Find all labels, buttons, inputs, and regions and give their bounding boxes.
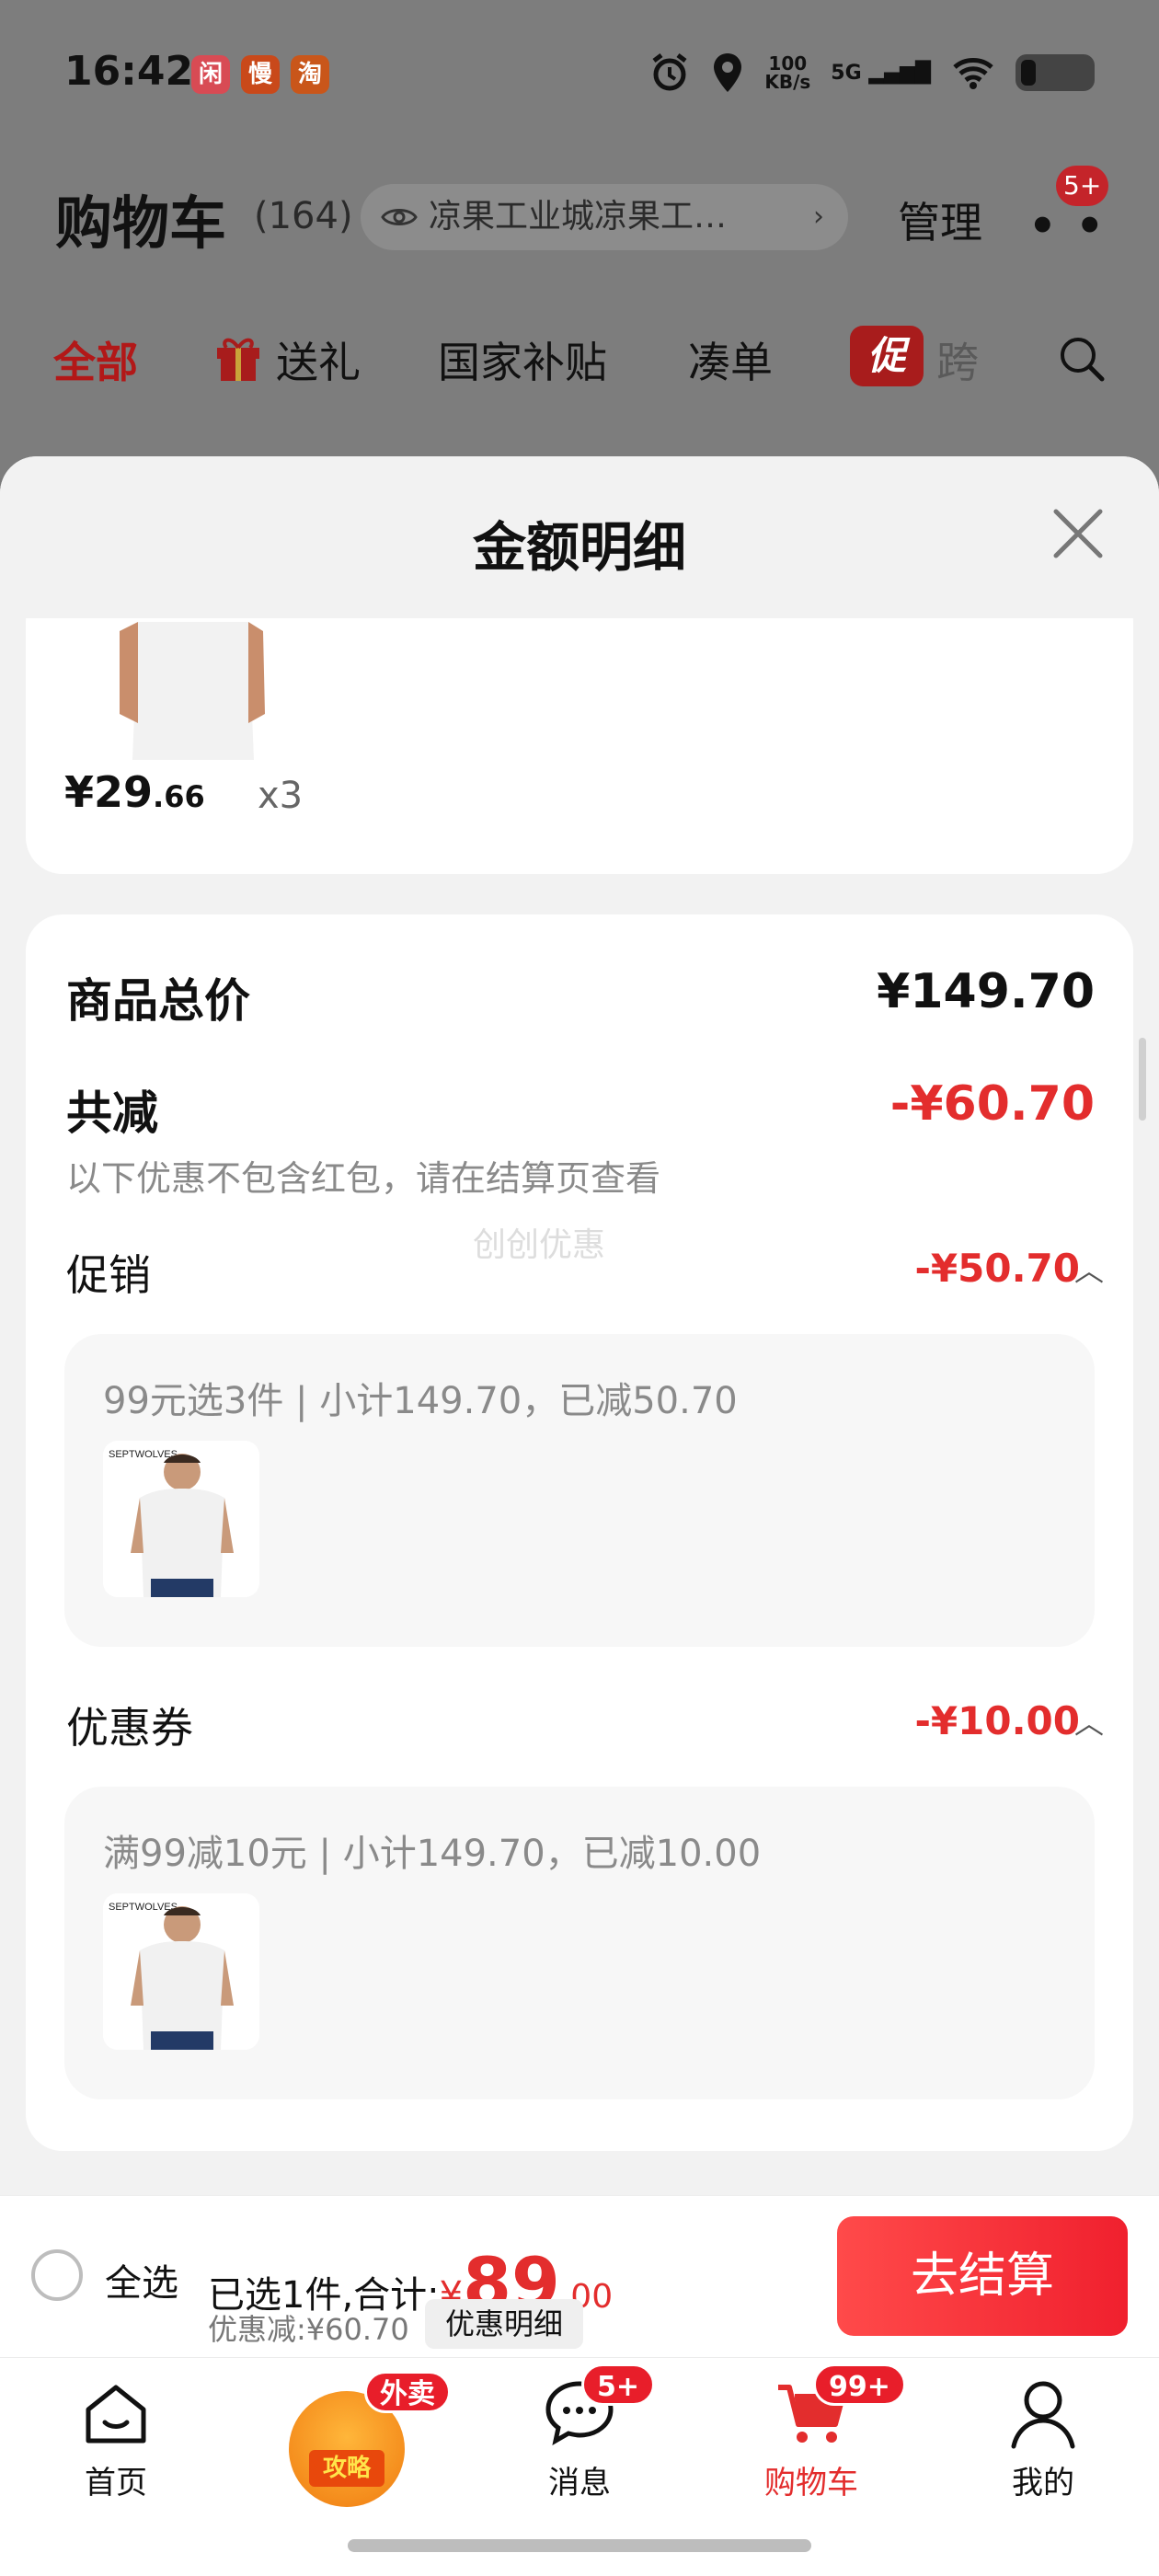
app-notification-icon: 闲 — [191, 55, 230, 94]
item-card: ¥29.66 x3 — [26, 585, 1133, 874]
net-speed: 100 KB/s — [764, 52, 811, 93]
cart-badge: 99+ — [813, 2363, 906, 2406]
location-icon — [714, 53, 742, 92]
nav-profile[interactable]: 我的 — [960, 2373, 1126, 2511]
search-icon[interactable] — [1056, 333, 1107, 385]
nav-home[interactable]: 首页 — [33, 2373, 199, 2511]
chevron-right-icon: › — [813, 201, 824, 233]
cart-count: (164) — [254, 195, 353, 237]
status-bar: 16:42 闲 慢 淘 100 KB/s 5G ▂▄▆█ — [0, 0, 1159, 156]
discount-detail-button[interactable]: 优惠明细 — [425, 2299, 584, 2349]
tab-all[interactable]: 全部 — [53, 329, 138, 390]
promo-detail-box: 99元选3件 | 小计149.70，已减50.70 SEPTWOLVES — [64, 1334, 1095, 1647]
more-icon[interactable]: • • — [1028, 201, 1106, 252]
sheet-header: 金额明细 — [0, 456, 1159, 618]
scrollbar[interactable] — [1139, 1038, 1146, 1121]
alarm-icon — [652, 53, 687, 91]
message-badge: 5+ — [581, 2363, 656, 2406]
coupon-label: 优惠券 — [66, 1703, 193, 1753]
svg-text:SEPTWOLVES: SEPTWOLVES — [109, 1449, 178, 1460]
reduce-total-value: -¥60.70 — [889, 1076, 1095, 1132]
product-image: SEPTWOLVES — [103, 1441, 259, 1597]
coupon-amount[interactable]: -¥10.00 — [914, 1698, 1080, 1743]
close-icon[interactable] — [1045, 500, 1111, 567]
price-breakdown-card: 商品总价 ¥149.70 共减 -¥60.70 以下优惠不包含红包，请在结算页查… — [26, 914, 1133, 2151]
promo-icon: 促 — [850, 326, 924, 386]
product-image: SEPTWOLVES — [103, 1893, 259, 2050]
promo-label: 促销 — [66, 1250, 151, 1300]
amount-detail-sheet: 金额明细 ¥29.66 x3 商品总价 ¥149.70 共减 -¥60.70 以… — [0, 456, 1159, 2195]
waimai-badge: 外卖 — [364, 2371, 451, 2413]
tab-cross[interactable]: 跨 — [936, 329, 979, 390]
app-notification-icon: 慢 — [241, 55, 280, 94]
home-indicator[interactable] — [348, 2539, 811, 2552]
eye-icon — [381, 209, 418, 225]
cart-header: 购物车 (164) 凉果工业城凉果工… › 管理 • • 5+ — [0, 156, 1159, 276]
reduce-label: 共减 — [66, 1087, 158, 1140]
gift-icon — [217, 338, 259, 381]
app-notification-icon: 淘 — [291, 55, 329, 94]
system-icons: 100 KB/s 5G ▂▄▆█ — [648, 52, 1095, 94]
profile-icon — [1011, 2381, 1075, 2449]
promo-amount[interactable]: -¥50.70 — [914, 1246, 1080, 1291]
goods-total-value: ¥149.70 — [877, 964, 1095, 1019]
coupon-detail-box: 满99减10元 | 小计149.70，已减10.00 SEPTWOLVES — [64, 1787, 1095, 2099]
home-icon — [86, 2385, 146, 2444]
address-selector[interactable]: 凉果工业城凉果工… › — [361, 184, 848, 250]
tab-gift[interactable]: 送礼 — [276, 329, 361, 390]
page-title: 购物车 — [55, 190, 227, 257]
select-all-checkbox[interactable] — [31, 2249, 83, 2301]
status-time: 16:42 — [64, 48, 194, 95]
item-price: ¥29.66 — [64, 767, 205, 817]
chevron-up-icon[interactable]: ︿ — [1074, 1248, 1104, 1290]
goods-total-label: 商品总价 — [66, 974, 250, 1028]
tab-subsidy[interactable]: 国家补贴 — [438, 329, 607, 390]
manage-button[interactable]: 管理 — [898, 190, 982, 250]
item-quantity: x3 — [258, 775, 304, 817]
signal-icon: 5G ▂▄▆█ — [831, 61, 931, 85]
select-all-label[interactable]: 全选 — [105, 2253, 178, 2306]
promo-description: 99元选3件 | 小计149.70，已减50.70 — [103, 1380, 738, 1422]
svg-text:SEPTWOLVES: SEPTWOLVES — [109, 1902, 178, 1913]
coupon-description: 满99减10元 | 小计149.70，已减10.00 — [103, 1833, 762, 1875]
address-text: 凉果工业城凉果工… — [429, 198, 728, 236]
watermark: 创创优惠 — [473, 1226, 606, 1264]
cart-tabs: 全部 送礼 国家补贴 凑单 促 跨 — [0, 313, 1159, 405]
chevron-up-icon[interactable]: ︿ — [1074, 1700, 1104, 1742]
product-image — [120, 622, 265, 760]
more-badge: 5+ — [1056, 166, 1109, 206]
wifi-icon — [953, 58, 993, 89]
sheet-title: 金额明细 — [472, 516, 686, 579]
checkout-button[interactable]: 去结算 — [837, 2216, 1128, 2336]
battery-icon — [1016, 54, 1095, 91]
reduce-note: 以下优惠不包含红包，请在结算页查看 — [66, 1158, 661, 1199]
discount-summary: 优惠减:¥60.70 — [208, 2312, 409, 2347]
checkout-bar: 全选 已选1件,合计:¥89.00 优惠减:¥60.70 优惠明细 去结算 — [0, 2195, 1159, 2357]
tab-combine[interactable]: 凑单 — [688, 329, 773, 390]
dimmed-background: 16:42 闲 慢 淘 100 KB/s 5G ▂▄▆█ 购物车 (164) 凉果… — [0, 0, 1159, 478]
